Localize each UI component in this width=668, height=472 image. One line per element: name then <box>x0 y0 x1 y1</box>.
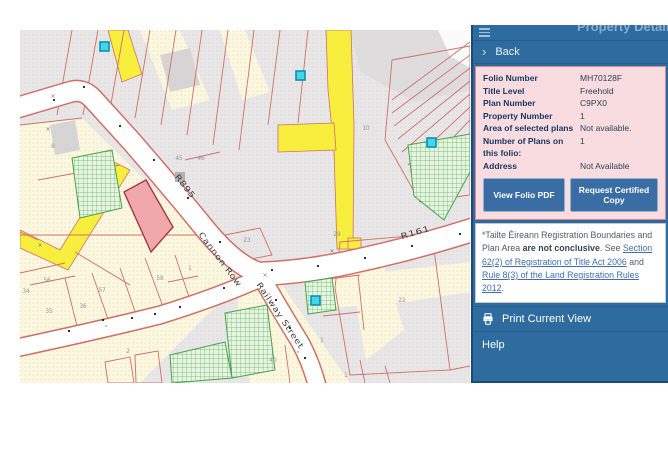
view-folio-pdf-button[interactable]: View Folio PDF <box>483 178 565 212</box>
request-certified-copy-button[interactable]: Request Certified Copy <box>570 178 658 212</box>
detail-value: C9PX0 <box>580 97 658 110</box>
chevron-right-icon: › <box>482 47 486 57</box>
menu-icon[interactable] <box>479 28 490 39</box>
detail-label: Property Number <box>483 110 580 123</box>
printer-icon <box>482 313 494 325</box>
survey-cross-mark: × <box>50 93 55 100</box>
parcel-number-label: 10 <box>362 126 370 132</box>
survey-cross-mark: × <box>37 242 42 249</box>
detail-label: Address <box>483 160 580 173</box>
parcel-number-label: 56 <box>43 278 51 284</box>
rule-8-link[interactable]: Rule 8(3) of the Land Registration Rules… <box>482 270 639 293</box>
panel-title: Property Details <box>577 25 668 34</box>
help-button[interactable]: Help <box>473 332 668 358</box>
detail-value: MH70128F <box>580 72 658 85</box>
map-selection-marker[interactable] <box>100 42 109 51</box>
detail-row: Property Number 1 <box>483 110 658 123</box>
disclaimer-bold: are not conclusive <box>523 243 600 253</box>
parcel-number-label: 1 <box>320 338 324 344</box>
parcel-number-label: 29 <box>333 232 341 238</box>
parcel-number-label: 57 <box>98 288 106 294</box>
detail-label: Title Level <box>483 85 580 98</box>
detail-label: Folio Number <box>483 72 580 85</box>
parcel-number-label: 1 <box>344 373 348 379</box>
disclaimer-text: . See <box>600 243 623 253</box>
parcel-number-label: 46 <box>197 156 205 162</box>
survey-cross-mark: × <box>45 126 50 133</box>
back-label: Back <box>495 46 519 58</box>
back-button[interactable]: › Back <box>473 41 668 64</box>
parcel-number-label: 1 <box>188 266 192 272</box>
disclaimer-text: . <box>502 283 504 293</box>
map-selection-marker[interactable] <box>311 296 320 305</box>
detail-row: Plan Number C9PX0 <box>483 97 658 110</box>
detail-value: 1 <box>580 110 658 123</box>
survey-cross-mark: × <box>262 272 267 279</box>
print-label: Print Current View <box>502 313 591 325</box>
detail-row: Folio Number MH70128F <box>483 72 658 85</box>
panel-header: Property Details <box>473 25 668 41</box>
detail-value: Not available. <box>580 122 658 135</box>
parcel-number-label: 34 <box>22 289 30 295</box>
detail-value: 1 <box>580 135 658 160</box>
map-viewport[interactable]: R895Cannon RowR161Railway Street45462310… <box>20 30 470 383</box>
parcel-number-label: 8 <box>51 144 55 150</box>
parcel-number-label: 36 <box>79 304 87 310</box>
parcel-number-label: 35 <box>45 309 53 315</box>
folio-details-card: Folio Number MH70128F Title Level Freeho… <box>475 66 666 220</box>
detail-label: Plan Number <box>483 97 580 110</box>
detail-row: Area of selected plans Not available. <box>483 122 658 135</box>
parcel-number-label: 40 <box>269 358 277 364</box>
parcel-number-label: 45 <box>175 156 183 162</box>
disclaimer-box: *Tailte Éireann Registration Boundaries … <box>475 223 666 303</box>
parcel-number-label: 22 <box>398 298 406 304</box>
map-selection-marker[interactable] <box>296 71 305 80</box>
detail-row: Number of Plans on this folio: 1 <box>483 135 658 160</box>
parcel-number-label: 2 <box>126 349 130 355</box>
disclaimer-text: and <box>627 257 644 267</box>
print-current-view-button[interactable]: Print Current View <box>473 306 668 332</box>
map-canvas[interactable]: R895Cannon RowR161Railway Street45462310… <box>20 30 470 383</box>
map-selection-marker[interactable] <box>427 138 436 147</box>
detail-label: Area of selected plans <box>483 122 580 135</box>
detail-label: Number of Plans on this folio: <box>483 135 580 160</box>
detail-row: Title Level Freehold <box>483 85 658 98</box>
parcel-number-label: 58 <box>156 276 164 282</box>
property-details-panel: Property Details › Back Folio Number MH7… <box>471 25 668 383</box>
detail-row: Address Not Available <box>483 160 658 173</box>
survey-cross-mark: × <box>329 248 334 255</box>
detail-value: Freehold <box>580 85 658 98</box>
detail-value: Not Available <box>580 160 658 173</box>
parcel-number-label: 23 <box>243 238 251 244</box>
